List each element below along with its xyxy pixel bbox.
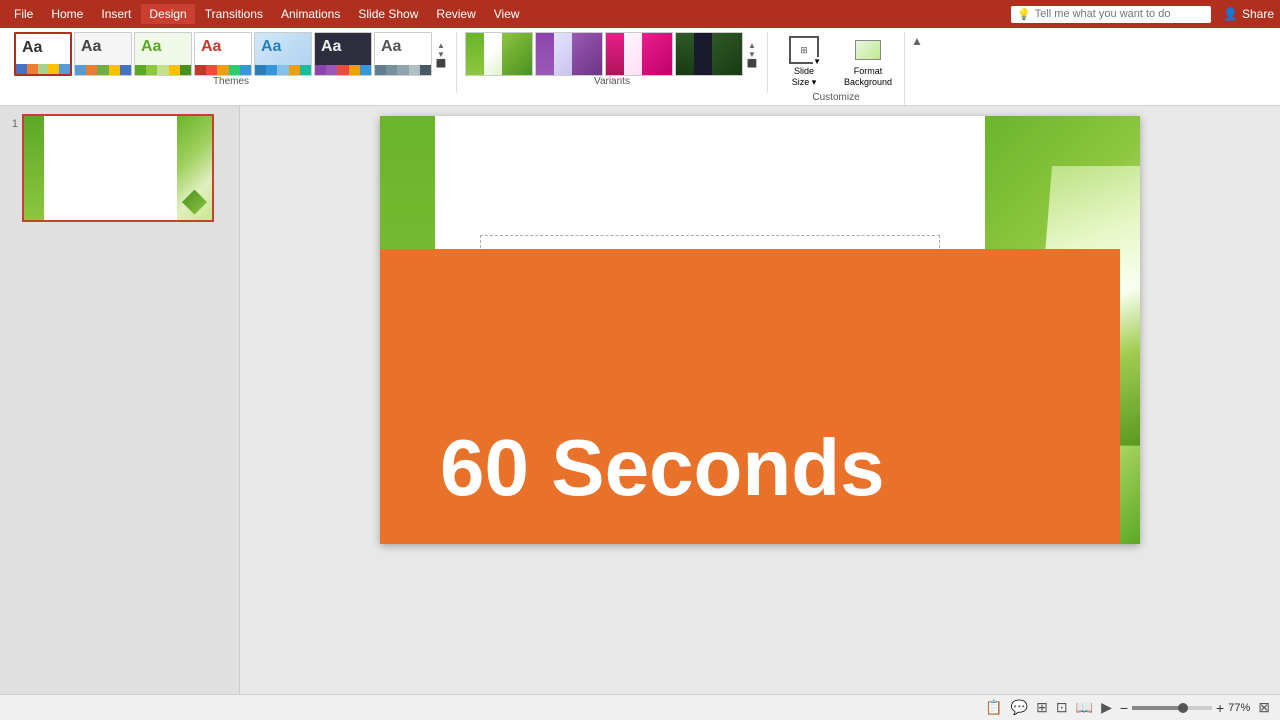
- expand-icon[interactable]: ⬛: [436, 59, 446, 68]
- main-area: 1 Click to add title: [0, 106, 1280, 714]
- slide-size-label: SlideSize ▾: [792, 66, 817, 88]
- fit-to-window-icon[interactable]: ⊠: [1258, 699, 1270, 716]
- share-label: Share: [1242, 7, 1274, 21]
- themes-scroll[interactable]: ▲ ▼ ⬛: [434, 41, 448, 68]
- person-icon: 👤: [1223, 7, 1238, 21]
- slide-1-container: 1: [4, 114, 235, 222]
- menu-animations[interactable]: Animations: [273, 4, 348, 24]
- menu-slideshow[interactable]: Slide Show: [350, 4, 426, 24]
- format-background-icon: [853, 36, 883, 64]
- orange-overlay: 60 Seconds: [380, 249, 1120, 544]
- overlay-countdown-text: 60 Seconds: [440, 422, 885, 514]
- slide-panel: 1: [0, 106, 240, 714]
- share-button[interactable]: 👤 Share: [1223, 7, 1274, 21]
- search-icon: 💡: [1017, 8, 1031, 21]
- customize-label: Customize: [812, 92, 859, 103]
- slide-size-button[interactable]: ⊞ ▼ SlideSize ▾: [774, 34, 834, 90]
- variant-1[interactable]: [465, 32, 533, 76]
- zoom-control: − + 77%: [1120, 700, 1250, 716]
- menu-home[interactable]: Home: [43, 4, 91, 24]
- variants-section: ▲ ▼ ⬛ Variants: [457, 32, 768, 93]
- themes-section: Aa Aa: [6, 32, 457, 93]
- menu-insert[interactable]: Insert: [93, 4, 139, 24]
- slide-size-icon: ⊞ ▼: [789, 36, 819, 64]
- menu-bar: File Home Insert Design Transitions Anim…: [0, 0, 1280, 28]
- theme-2[interactable]: Aa: [74, 32, 132, 76]
- search-bar[interactable]: 💡: [1011, 6, 1211, 23]
- slideshow-view-icon[interactable]: ▶: [1101, 699, 1112, 716]
- format-background-label: FormatBackground: [844, 66, 892, 88]
- theme-7[interactable]: Aa: [374, 32, 432, 76]
- expand-icon2[interactable]: ⬛: [747, 59, 757, 68]
- theme-office[interactable]: Aa: [14, 32, 72, 76]
- slide-1-thumbnail[interactable]: [22, 114, 214, 222]
- normal-view-icon[interactable]: ⊞: [1036, 699, 1048, 716]
- zoom-plus-button[interactable]: +: [1216, 700, 1224, 716]
- zoom-percent-label[interactable]: 77%: [1228, 702, 1250, 714]
- variants-scroll[interactable]: ▲ ▼ ⬛: [745, 41, 759, 68]
- menu-transitions[interactable]: Transitions: [197, 4, 271, 24]
- comments-icon[interactable]: 💬: [1011, 699, 1028, 716]
- canvas-area: Click to add title subtitle 60 Seconds: [240, 106, 1280, 714]
- theme-green[interactable]: Aa: [134, 32, 192, 76]
- menu-file[interactable]: File: [6, 4, 41, 24]
- variant-2[interactable]: [535, 32, 603, 76]
- collapse-icon: ▲: [911, 34, 923, 48]
- slide-1-number: 1: [4, 118, 18, 130]
- zoom-slider[interactable]: [1132, 706, 1212, 710]
- format-background-button[interactable]: FormatBackground: [838, 34, 898, 90]
- themes-label: Themes: [213, 76, 249, 87]
- menu-design[interactable]: Design: [141, 4, 194, 24]
- chevron-down-icon2[interactable]: ▼: [748, 50, 756, 59]
- zoom-slider-track: [1132, 706, 1180, 710]
- thumb-left-accent: [24, 116, 44, 220]
- slide-sorter-icon[interactable]: ⊡: [1056, 699, 1068, 716]
- reading-view-icon[interactable]: 📖: [1076, 699, 1093, 716]
- theme-5[interactable]: Aa: [254, 32, 312, 76]
- status-bar: 📋 💬 ⊞ ⊡ 📖 ▶ − + 77% ⊠: [0, 694, 1280, 720]
- slide-canvas-wrapper: Click to add title subtitle 60 Seconds: [380, 116, 1140, 544]
- ribbon-collapse-button[interactable]: ▲: [911, 32, 923, 48]
- menu-review[interactable]: Review: [428, 4, 483, 24]
- zoom-slider-thumb: [1178, 703, 1188, 713]
- zoom-minus-button[interactable]: −: [1120, 700, 1128, 716]
- search-input[interactable]: [1035, 8, 1205, 20]
- notes-icon[interactable]: 📋: [985, 699, 1002, 716]
- menu-view[interactable]: View: [486, 4, 528, 24]
- chevron-up-icon2[interactable]: ▲: [748, 41, 756, 50]
- theme-4[interactable]: Aa: [194, 32, 252, 76]
- chevron-up-icon[interactable]: ▲: [437, 41, 445, 50]
- variants-label: Variants: [594, 76, 630, 87]
- customize-section: ⊞ ▼ SlideSize ▾ FormatBackground Customi…: [768, 32, 905, 105]
- variant-3[interactable]: [605, 32, 673, 76]
- theme-6[interactable]: Aa: [314, 32, 372, 76]
- ribbon: Aa Aa: [0, 28, 1280, 106]
- variant-4[interactable]: [675, 32, 743, 76]
- chevron-down-icon[interactable]: ▼: [437, 50, 445, 59]
